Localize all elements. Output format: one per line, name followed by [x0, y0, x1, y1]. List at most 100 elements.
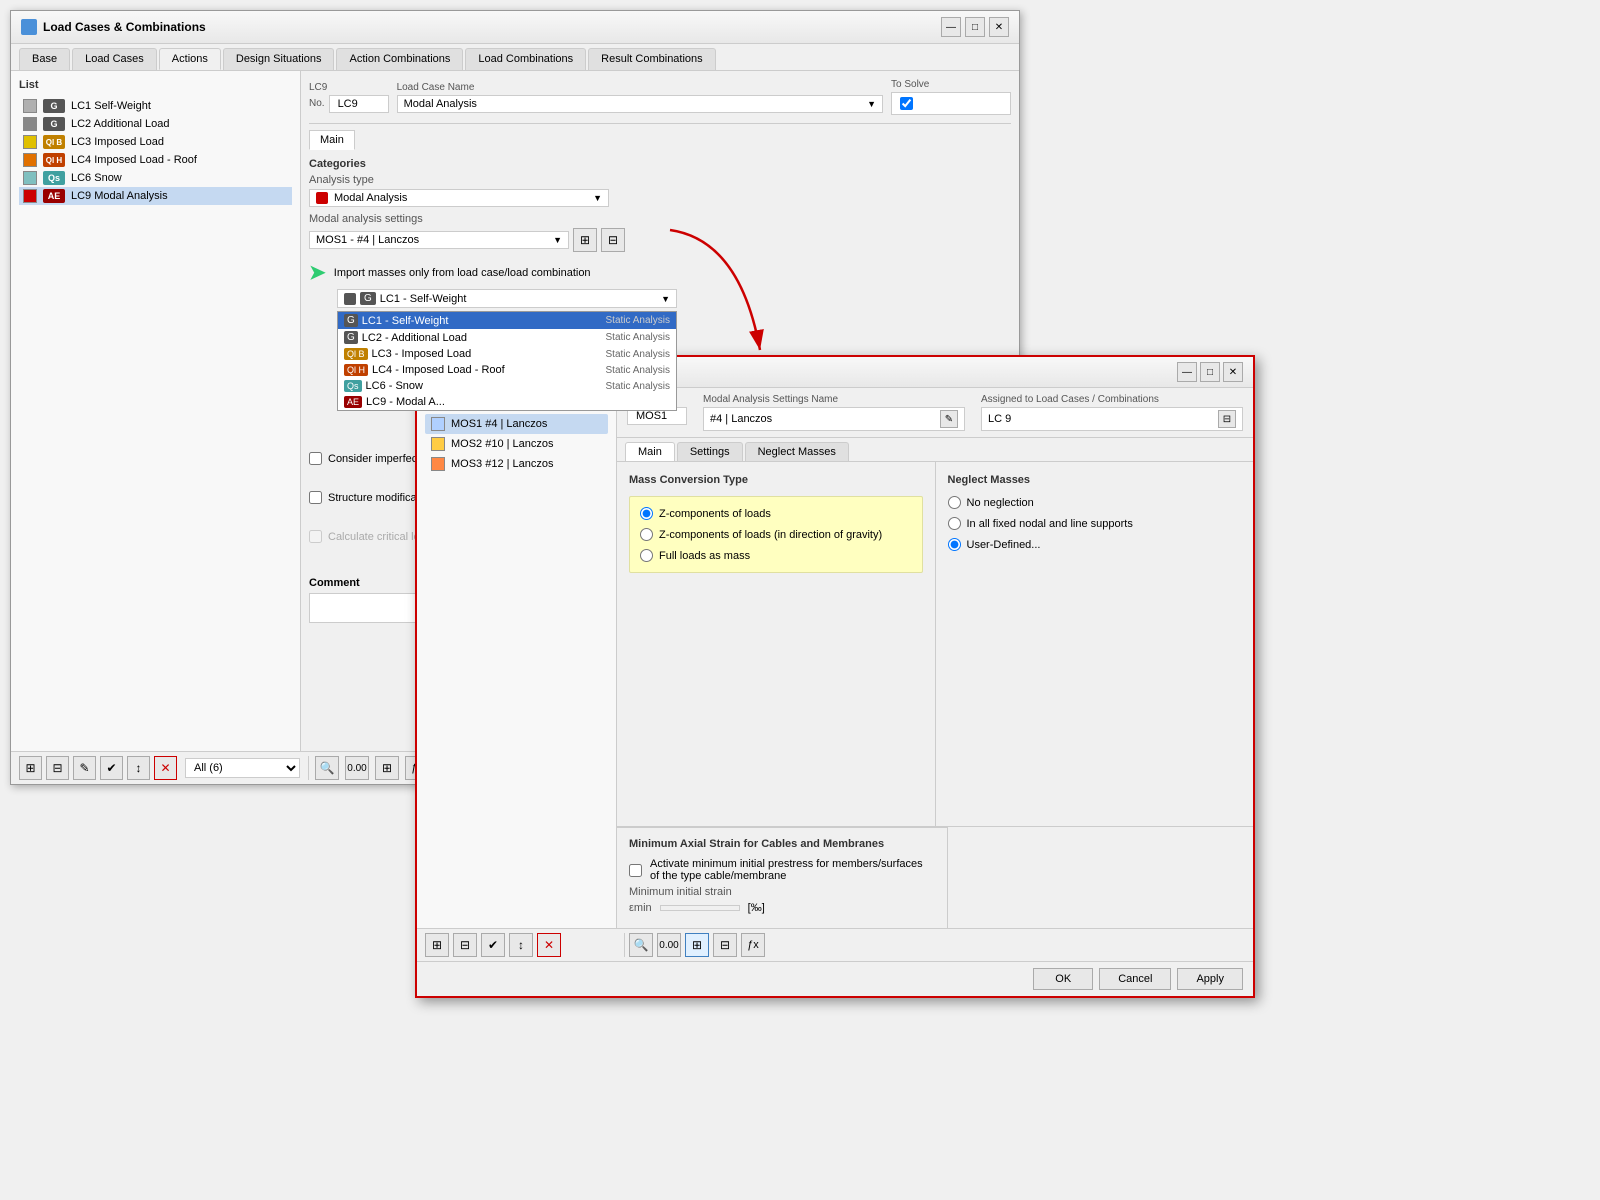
- item-name: LC3 Imposed Load: [71, 136, 164, 148]
- edit-name-button[interactable]: ✎: [940, 410, 958, 428]
- tab-actions[interactable]: Actions: [159, 48, 221, 70]
- modal-maximize-button[interactable]: □: [1200, 362, 1220, 382]
- analysis-type-label: Analysis type: [309, 174, 1011, 186]
- dropdown-item-lc3[interactable]: Ql B LC3 - Imposed Load Static Analysis: [338, 346, 676, 362]
- dropdown-item-lc9[interactable]: AE LC9 - Modal A...: [338, 394, 676, 410]
- zero-button[interactable]: 0.00: [345, 756, 369, 780]
- import-masses-label: Import masses only from load case/load c…: [334, 267, 591, 279]
- close-button[interactable]: ✕: [989, 17, 1009, 37]
- radio-user-defined-label: User-Defined...: [967, 539, 1041, 551]
- tab-design-situations[interactable]: Design Situations: [223, 48, 335, 70]
- dropdown-item-lc1[interactable]: G LC1 - Self-Weight Static Analysis: [338, 312, 676, 329]
- copy-lc-button[interactable]: ✔: [100, 756, 123, 780]
- filter-dropdown[interactable]: All (6): [185, 758, 300, 778]
- radio-z-components-input[interactable]: [640, 507, 653, 520]
- modal-duplicate-button[interactable]: ⊟: [453, 933, 477, 957]
- delete-lc-button[interactable]: ✕: [154, 756, 177, 780]
- radio-full-loads-input[interactable]: [640, 549, 653, 562]
- duplicate-lc-button[interactable]: ⊟: [46, 756, 69, 780]
- modal-name-label: Modal Analysis Settings Name: [703, 394, 965, 405]
- to-solve-checkbox[interactable]: [900, 97, 913, 110]
- dropdown-item-lc4[interactable]: Ql H LC4 - Imposed Load - Roof Static An…: [338, 362, 676, 378]
- new-modal-settings-button[interactable]: ⊟: [601, 228, 625, 252]
- badge: Ql B: [344, 348, 368, 360]
- lc-dropdown-list: G LC1 - Self-Weight Static Analysis G LC…: [337, 311, 677, 411]
- sub-tab-main[interactable]: Main: [309, 130, 355, 150]
- modal-search-button[interactable]: 🔍: [629, 933, 653, 957]
- radio-z-gravity-input[interactable]: [640, 528, 653, 541]
- list-item[interactable]: Ql B LC3 Imposed Load: [19, 133, 292, 151]
- color-indicator: [23, 117, 37, 131]
- cancel-button[interactable]: Cancel: [1099, 968, 1171, 990]
- tab-load-combinations[interactable]: Load Combinations: [465, 48, 586, 70]
- modal-list-item-mos3[interactable]: MOS3 #12 | Lanczos: [425, 454, 608, 474]
- maximize-button[interactable]: □: [965, 17, 985, 37]
- item-name: LC2 Additional Load: [71, 118, 169, 130]
- modal-tab-neglect-masses[interactable]: Neglect Masses: [745, 442, 849, 461]
- modal-tab-settings[interactable]: Settings: [677, 442, 743, 461]
- search-button[interactable]: 🔍: [315, 756, 339, 780]
- radio-no-neglection-input[interactable]: [948, 496, 961, 509]
- consider-imperfection-checkbox[interactable]: [309, 452, 322, 465]
- modal-check-button[interactable]: ✔: [481, 933, 505, 957]
- list-item[interactable]: Ql H LC4 Imposed Load - Roof: [19, 151, 292, 169]
- export-lc-button[interactable]: ✎: [73, 756, 96, 780]
- modal-delete-button[interactable]: ✕: [537, 933, 561, 957]
- dropdown-arrow-icon[interactable]: ▼: [867, 99, 876, 109]
- no-label-text: No.: [309, 98, 325, 109]
- lc-dropdown-arrow[interactable]: ▼: [661, 294, 670, 304]
- list-item-selected[interactable]: AE LC9 Modal Analysis: [19, 187, 292, 205]
- dropdown-item-lc6[interactable]: Qs LC6 - Snow Static Analysis: [338, 378, 676, 394]
- modal-close-button[interactable]: ✕: [1223, 362, 1243, 382]
- tab-load-cases[interactable]: Load Cases: [72, 48, 157, 70]
- modal-list-item-mos2[interactable]: MOS2 #10 | Lanczos: [425, 434, 608, 454]
- list-item[interactable]: Qs LC6 Snow: [19, 169, 292, 187]
- tab-base[interactable]: Base: [19, 48, 70, 70]
- modal-arrows-button[interactable]: ↕: [509, 933, 533, 957]
- radio-z-components-label: Z-components of loads: [659, 508, 771, 520]
- modal-minimize-button[interactable]: —: [1177, 362, 1197, 382]
- edit-modal-settings-button[interactable]: ⊞: [573, 228, 597, 252]
- minimize-button[interactable]: —: [941, 17, 961, 37]
- calculate-critical-checkbox[interactable]: [309, 530, 322, 543]
- modal-function-button[interactable]: ƒx: [741, 933, 765, 957]
- lc-badge-text: G: [360, 292, 376, 305]
- radio-user-defined-input[interactable]: [948, 538, 961, 551]
- ok-button[interactable]: OK: [1033, 968, 1093, 990]
- list-item[interactable]: G LC1 Self-Weight: [19, 97, 292, 115]
- strain-title: Minimum Axial Strain for Cables and Memb…: [629, 838, 935, 850]
- mos1-color: [431, 417, 445, 431]
- table-button[interactable]: ⊞: [375, 756, 399, 780]
- color-indicator: [23, 99, 37, 113]
- modal-zero-button[interactable]: 0.00: [657, 933, 681, 957]
- activate-prestress-checkbox[interactable]: [629, 864, 642, 877]
- item-name: LC9 Modal Analysis: [71, 190, 168, 202]
- tab-result-combinations[interactable]: Result Combinations: [588, 48, 716, 70]
- left-panel: List G LC1 Self-Weight G LC2 Additional …: [11, 71, 301, 751]
- list-item[interactable]: G LC2 Additional Load: [19, 115, 292, 133]
- modal-list-item-mos1[interactable]: MOS1 #4 | Lanczos: [425, 414, 608, 434]
- modal-list-button[interactable]: ⊟: [713, 933, 737, 957]
- paste-lc-button[interactable]: ↕: [127, 756, 150, 780]
- radio-fixed-supports-label: In all fixed nodal and line supports: [967, 518, 1133, 530]
- apply-button[interactable]: Apply: [1177, 968, 1243, 990]
- analysis-type-arrow[interactable]: ▼: [593, 193, 602, 203]
- modal-table-button[interactable]: ⊞: [685, 933, 709, 957]
- modal-footer: OK Cancel Apply: [417, 961, 1253, 996]
- no-field[interactable]: LC9: [329, 95, 389, 113]
- radio-fixed-supports-input[interactable]: [948, 517, 961, 530]
- edit-assigned-button[interactable]: ⊟: [1218, 410, 1236, 428]
- strain-input[interactable]: [660, 905, 740, 911]
- neglect-masses-options: No neglection In all fixed nodal and lin…: [948, 496, 1242, 551]
- modal-new-button[interactable]: ⊞: [425, 933, 449, 957]
- structure-modification-checkbox[interactable]: [309, 491, 322, 504]
- tab-action-combinations[interactable]: Action Combinations: [336, 48, 463, 70]
- modal-tab-main[interactable]: Main: [625, 442, 675, 461]
- dropdown-item-lc2[interactable]: G LC2 - Additional Load Static Analysis: [338, 329, 676, 346]
- mos3-label: MOS3 #12 | Lanczos: [451, 458, 554, 470]
- window-controls: — □ ✕: [941, 17, 1009, 37]
- modal-header-row: No. MOS1 Modal Analysis Settings Name #4…: [617, 388, 1253, 438]
- modal-settings-arrow[interactable]: ▼: [553, 235, 562, 245]
- radio-no-neglection-label: No neglection: [967, 497, 1034, 509]
- new-lc-button[interactable]: ⊞: [19, 756, 42, 780]
